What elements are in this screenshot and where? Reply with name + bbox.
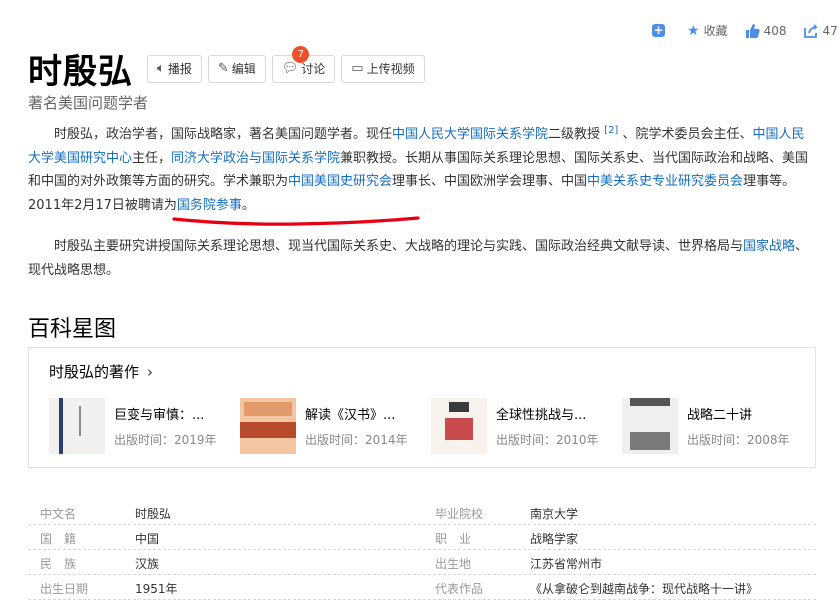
discuss-button[interactable]: 7 💬︎ 讨论 (271, 45, 336, 83)
share-count: 47 (822, 23, 838, 38)
book-date: 出版时间：2008年 (687, 433, 790, 447)
thumbs-up-icon (745, 23, 760, 38)
upload-video-button[interactable]: ▭ 上传视频 (341, 54, 425, 83)
info-value: 时殷弘 (135, 507, 172, 521)
pencil-icon: ✎ (217, 61, 229, 76)
info-label: 民 族 (40, 557, 77, 571)
book-card[interactable]: 战略二十讲 出版时间：2008年 (622, 398, 810, 454)
info-label: 代表作品 (435, 582, 484, 596)
book-date: 出版时间：2014年 (305, 433, 408, 447)
info-label: 中文名 (40, 507, 77, 521)
video-icon: ▭ (351, 61, 364, 76)
info-value: 汉族 (135, 557, 160, 571)
book-title: 巨变与审慎：... (114, 408, 205, 423)
info-value: 战略学家 (530, 532, 579, 546)
title-row: 时殷弘 🔈︎ 播报 ✎ 编辑 7 💬︎ 讨论 ▭ 上传视频 (28, 44, 431, 93)
info-row: 民 族 汉族 出生地 江苏省常州市 (28, 550, 816, 575)
star-icon: ★ (687, 22, 700, 39)
link-us-history-society[interactable]: 中国美国史研究会 (288, 174, 392, 189)
book-title: 全球性挑战与... (496, 408, 587, 423)
discuss-label: 讨论 (301, 62, 326, 76)
highlighted-sentence: 2011年2月17日被聘请为国务院参事。 (28, 198, 255, 213)
like-button[interactable]: 408 (745, 23, 787, 38)
summary-paragraph-1: 时殷弘，政治学者，国际战略家，著名美国问题学者。现任中国人民大学国际关系学院二级… (28, 123, 816, 217)
summary-text: 二级教授 (548, 127, 605, 142)
summary-text: 主任， (132, 150, 172, 166)
book-cover (431, 398, 487, 454)
info-value: 《从拿破仑到越南战争：现代战略十一讲》 (530, 582, 759, 596)
info-value: 南京大学 (530, 507, 579, 521)
comment-icon: 💬︎ (281, 61, 299, 76)
book-card[interactable]: 全球性挑战与... 出版时间：2010年 (431, 398, 619, 454)
share-icon (804, 23, 819, 38)
book-cover (240, 398, 296, 454)
link-renmin-ir-school[interactable]: 中国人民大学国际关系学院 (392, 127, 548, 142)
book-cover (49, 398, 105, 454)
section-title: 百科星图 (28, 317, 117, 342)
summary-text: 时殷弘主要研究讲授国际关系理论思想、现当代国际关系史、大战略的理论与实践、国际政… (54, 239, 744, 254)
reference-mark[interactable]: [2] (604, 125, 618, 136)
summary-text: 时殷弘，政治学者，国际战略家，著名美国问题学者。现任 (54, 127, 393, 142)
info-label: 毕业院校 (435, 507, 484, 521)
works-panel: 时殷弘的著作 › 巨变与审慎：... 出版时间：2019年 解读《汉书》... 出… (28, 347, 816, 468)
summary-paragraph-2: 时殷弘主要研究讲授国际关系理论思想、现当代国际关系史、大战略的理论与实践、国际政… (28, 235, 816, 282)
book-title: 解读《汉书》... (305, 408, 396, 423)
edit-label: 编辑 (231, 62, 256, 76)
share-button[interactable]: 47 (804, 23, 838, 38)
info-value: 江苏省常州市 (530, 557, 603, 571)
favorite-label: 收藏 (703, 24, 728, 38)
broadcast-label: 播报 (167, 62, 192, 76)
like-count: 408 (763, 23, 787, 38)
add-button[interactable]: + (652, 24, 669, 37)
edit-button[interactable]: ✎ 编辑 (207, 54, 266, 83)
summary-text: 。 (241, 197, 255, 213)
summary-text: 2011年2月17日被聘请为 (28, 197, 177, 213)
works-heading: 时殷弘的著作 (49, 363, 140, 381)
info-row: 出生日期 1951年 代表作品 《从拿破仑到越南战争：现代战略十一讲》 (28, 575, 816, 600)
book-title: 战略二十讲 (687, 408, 753, 423)
book-cover (622, 398, 678, 454)
info-label: 国 籍 (40, 532, 77, 546)
speaker-icon: 🔈︎ (157, 61, 165, 76)
info-row: 中文名 时殷弘 毕业院校 南京大学 (28, 500, 816, 525)
summary-text: 理事长、中国欧洲学会理事、中国 (392, 174, 588, 189)
favorite-button[interactable]: ★ 收藏 (687, 22, 728, 39)
plus-icon: + (652, 23, 665, 37)
book-date: 出版时间：2010年 (496, 433, 599, 447)
book-card[interactable]: 巨变与审慎：... 出版时间：2019年 (49, 398, 237, 454)
link-national-strategy[interactable]: 国家战略 (743, 239, 795, 254)
page-subtitle: 著名美国问题学者 (28, 94, 149, 112)
info-label: 出生地 (435, 557, 472, 571)
summary-text: 、院学术委员会主任、 (618, 127, 753, 142)
page-title: 时殷弘 (28, 52, 133, 92)
info-label: 出生日期 (40, 582, 89, 596)
info-value-link-china[interactable]: 中国 (135, 530, 159, 547)
summary-text: 理事等。 (743, 174, 796, 189)
link-state-council-counselor[interactable]: 国务院参事 (177, 198, 242, 213)
link-tongji-school[interactable]: 同济大学政治与国际关系学院 (171, 151, 340, 166)
works-heading-link[interactable]: 时殷弘的著作 › (49, 361, 153, 382)
discuss-count-badge: 7 (292, 45, 310, 63)
book-card[interactable]: 解读《汉书》... 出版时间：2014年 (240, 398, 428, 454)
book-date: 出版时间：2019年 (114, 433, 217, 447)
red-annotation-underline (172, 216, 420, 226)
info-value: 1951年 (135, 582, 178, 596)
upload-video-label: 上传视频 (366, 62, 415, 76)
link-sino-us-committee[interactable]: 中美关系史专业研究委员会 (587, 174, 743, 189)
basic-info-table: 中文名 时殷弘 毕业院校 南京大学 国 籍 中国 职 业 战略学家 民 族 汉族… (28, 500, 816, 600)
chevron-right-icon: › (147, 363, 154, 381)
broadcast-button[interactable]: 🔈︎ 播报 (147, 54, 202, 83)
page-actions: + ★ 收藏 408 47 (652, 22, 838, 39)
info-label: 职 业 (435, 532, 472, 546)
info-row: 国 籍 中国 职 业 战略学家 (28, 525, 816, 550)
